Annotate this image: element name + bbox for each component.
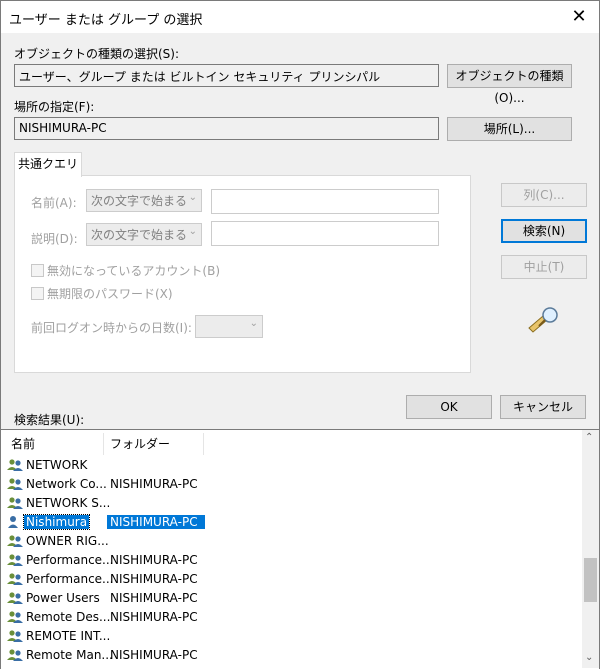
row-name: OWNER RIG...: [26, 534, 109, 548]
chevron-down-icon: ⌄: [188, 226, 197, 237]
row-folder: NISHIMURA-PC: [110, 553, 198, 567]
description-input: [211, 221, 439, 246]
stop-button: 中止(T): [501, 255, 587, 279]
disabled-accounts-label: 無効になっているアカウント(B): [47, 264, 220, 278]
chevron-down-icon: ⌄: [188, 192, 197, 203]
column-header-name[interactable]: 名前: [11, 433, 104, 455]
row-name: Performance...: [26, 572, 114, 586]
non-expiring-password-label: 無期限のパスワード(X): [47, 287, 173, 301]
object-types-button[interactable]: オブジェクトの種類(O)...: [447, 64, 572, 105]
group-icon: [7, 591, 23, 605]
table-row[interactable]: Performance... NISHIMURA-PC: [7, 551, 205, 570]
group-icon: [7, 534, 23, 548]
window-title: ユーザー または グループ の選択: [9, 13, 203, 28]
description-mode-select: 次の文字で始まる ⌄: [86, 223, 202, 246]
table-row[interactable]: Power Users NISHIMURA-PC: [7, 589, 205, 608]
table-row[interactable]: OWNER RIG...: [7, 532, 205, 551]
name-label: 名前(A):: [31, 196, 77, 210]
row-folder: NISHIMURA-PC: [110, 572, 198, 586]
row-name: Power Users: [26, 591, 100, 605]
location-field: NISHIMURA-PC: [14, 117, 439, 140]
group-icon: [7, 648, 23, 662]
table-row[interactable]: Network Co... NISHIMURA-PC: [7, 475, 205, 494]
locations-button[interactable]: 場所(L)...: [447, 117, 572, 141]
disabled-accounts-checkbox: [31, 264, 44, 277]
row-folder: NISHIMURA-PC: [110, 610, 198, 624]
table-row[interactable]: Remote Des... NISHIMURA-PC: [7, 608, 205, 627]
row-name: Remote Des...: [26, 610, 111, 624]
name-input: [211, 189, 439, 214]
location-label: 場所の指定(F):: [14, 100, 95, 114]
row-name: NETWORK: [26, 458, 88, 472]
days-since-logon-select: ⌄: [195, 315, 263, 338]
scrollbar-thumb[interactable]: [584, 558, 597, 602]
column-header-folder[interactable]: フォルダー: [110, 433, 204, 455]
row-name: Network Co...: [26, 477, 107, 491]
row-folder: NISHIMURA-PC: [110, 477, 198, 491]
object-type-field: ユーザー、グループ または ビルトイン セキュリティ プリンシパル: [14, 64, 439, 87]
table-row[interactable]: NETWORK S...: [7, 494, 205, 513]
close-icon[interactable]: ✕: [559, 1, 599, 33]
columns-button: 列(C)...: [501, 183, 587, 207]
tab-common-query[interactable]: 共通クエリ: [14, 152, 82, 177]
table-row[interactable]: Performance... NISHIMURA-PC: [7, 570, 205, 589]
search-flashlight-icon: [528, 307, 558, 333]
chevron-down-icon: ⌄: [249, 318, 258, 329]
group-icon: [7, 629, 23, 643]
scroll-down-icon[interactable]: ⌄: [585, 652, 593, 663]
row-folder: NISHIMURA-PC: [107, 515, 205, 529]
group-icon: [7, 496, 23, 510]
row-name: NETWORK S...: [26, 496, 111, 510]
results-label: 検索結果(U):: [14, 413, 85, 427]
table-row[interactable]: Remote Man... NISHIMURA-PC: [7, 646, 205, 665]
group-icon: [7, 477, 23, 491]
title-bar: ユーザー または グループ の選択 ✕: [1, 1, 599, 33]
group-icon: [7, 458, 23, 472]
non-expiring-password-checkbox: [31, 287, 44, 300]
name-mode-select: 次の文字で始まる ⌄: [86, 189, 202, 212]
row-name: Performance...: [26, 553, 114, 567]
scroll-up-icon[interactable]: ⌃: [585, 432, 593, 443]
group-icon: [7, 572, 23, 586]
cancel-button[interactable]: キャンセル: [500, 395, 586, 419]
description-label: 説明(D):: [31, 232, 78, 246]
row-name: Remote Man...: [26, 648, 113, 662]
description-mode-value: 次の文字で始まる: [91, 228, 188, 242]
row-name: Nishimura: [22, 514, 91, 530]
name-mode-value: 次の文字で始まる: [91, 194, 188, 208]
results-scrollbar[interactable]: ⌃ ⌄: [582, 430, 599, 668]
table-row[interactable]: Nishimura NISHIMURA-PC: [7, 513, 205, 532]
object-type-label: オブジェクトの種類の選択(S):: [14, 47, 180, 61]
ok-button[interactable]: OK: [406, 395, 492, 419]
group-icon: [7, 553, 23, 567]
days-since-logon-label: 前回ログオン時からの日数(I):: [31, 321, 192, 335]
group-icon: [7, 610, 23, 624]
row-name: REMOTE INT...: [26, 629, 111, 643]
search-button[interactable]: 検索(N): [501, 219, 587, 243]
table-row[interactable]: REMOTE INT...: [7, 627, 205, 646]
row-folder: NISHIMURA-PC: [110, 591, 198, 605]
row-folder: NISHIMURA-PC: [110, 648, 198, 662]
user-icon: [7, 515, 23, 529]
table-row[interactable]: NETWORK: [7, 456, 205, 475]
dialog-window: ユーザー または グループ の選択 ✕ オブジェクトの種類の選択(S): ユーザ…: [0, 0, 600, 669]
